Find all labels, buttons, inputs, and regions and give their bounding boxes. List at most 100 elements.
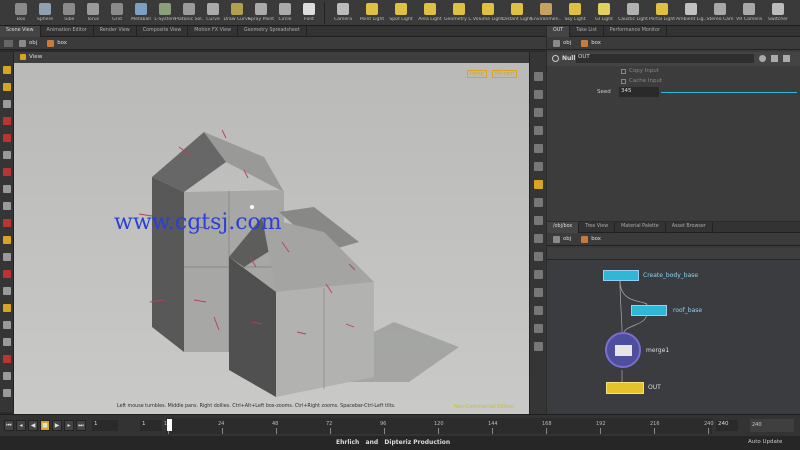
- display-option-icon[interactable]: [534, 324, 543, 333]
- node-name-field[interactable]: OUT: [576, 54, 754, 63]
- node-roof-base[interactable]: [631, 305, 667, 316]
- path-obj[interactable]: obj: [553, 235, 571, 243]
- viewport-tool-icon[interactable]: [3, 338, 11, 346]
- node-merge1[interactable]: [605, 332, 641, 368]
- display-option-icon[interactable]: [534, 162, 543, 171]
- scene-viewport[interactable]: View Persp No cam www.cgtsj.com Left mou…: [14, 52, 529, 414]
- display-option-icon[interactable]: [534, 270, 543, 279]
- viewport-tool-icon[interactable]: [3, 100, 11, 108]
- light-tool-12[interactable]: Ambient Lig...: [676, 2, 706, 24]
- network-canvas[interactable]: Create_body_base roof_base merge1 OUT: [547, 260, 800, 414]
- light-tool-0[interactable]: Camera: [328, 2, 358, 24]
- help-icon[interactable]: [771, 55, 778, 62]
- tab-material-palette[interactable]: Material Palette: [615, 222, 666, 233]
- light-tool-14[interactable]: VR Camera: [734, 2, 764, 24]
- viewport-tool-icon[interactable]: [3, 389, 11, 397]
- display-option-icon[interactable]: [534, 90, 543, 99]
- viewport-tool-icon[interactable]: [3, 287, 11, 295]
- light-tool-8[interactable]: Sky Light: [560, 2, 590, 24]
- back-arrow-icon[interactable]: [4, 39, 13, 47]
- light-tool-13[interactable]: Stereo Cam: [705, 2, 735, 24]
- viewport-tool-icon[interactable]: [3, 270, 11, 278]
- viewport-tool-icon[interactable]: [3, 168, 11, 176]
- step-back-button[interactable]: ◂: [16, 420, 26, 431]
- auto-update-menu[interactable]: Auto Update: [748, 439, 782, 445]
- light-tool-1[interactable]: Point Light: [357, 2, 387, 24]
- start-frame-field[interactable]: 1: [140, 420, 162, 431]
- viewport-tool-icon[interactable]: [3, 134, 11, 142]
- step-forward-button[interactable]: ▸: [64, 420, 74, 431]
- light-tool-3[interactable]: Area Light: [415, 2, 445, 24]
- path-obj[interactable]: obj: [19, 39, 37, 47]
- tab-tree-view[interactable]: Tree View: [579, 222, 616, 233]
- light-tool-2[interactable]: Spot Light: [386, 2, 416, 24]
- viewport-tool-icon[interactable]: [3, 355, 11, 363]
- tab-composite-view[interactable]: Composite View: [137, 26, 189, 37]
- light-tool-11[interactable]: Portal Light: [647, 2, 677, 24]
- viewport-tool-icon[interactable]: [3, 202, 11, 210]
- light-tool-10[interactable]: Caustic Light: [618, 2, 648, 24]
- seed-field[interactable]: 345: [619, 87, 659, 97]
- viewport-tool-icon[interactable]: [3, 219, 11, 227]
- tab-performance-monitor[interactable]: Performance Monitor: [604, 26, 667, 37]
- viewport-tool-icon[interactable]: [3, 83, 11, 91]
- copy-input-checkbox[interactable]: [621, 69, 626, 74]
- display-option-icon[interactable]: [534, 342, 543, 351]
- display-option-icon[interactable]: [534, 144, 543, 153]
- tab-motion-fx-view[interactable]: Motion FX View: [188, 26, 238, 37]
- viewport-tool-icon[interactable]: [3, 117, 11, 125]
- tab-asset-browser[interactable]: Asset Browser: [666, 222, 713, 233]
- viewport-tool-icon[interactable]: [3, 321, 11, 329]
- display-option-icon[interactable]: [534, 126, 543, 135]
- viewport-tool-icon[interactable]: [3, 253, 11, 261]
- path-node[interactable]: box: [581, 235, 601, 243]
- viewport-tool-icon[interactable]: [3, 236, 11, 244]
- light-tool-15[interactable]: Switcher: [763, 2, 793, 24]
- light-tool-6[interactable]: Distant Light: [502, 2, 532, 24]
- node-create-body-base[interactable]: [603, 270, 639, 281]
- tab-animation-editor[interactable]: Animation Editor: [41, 26, 94, 37]
- end-frame-field[interactable]: 240: [716, 420, 738, 431]
- display-option-icon[interactable]: [534, 198, 543, 207]
- tab-obj-box[interactable]: /obj/box: [547, 222, 580, 233]
- stop-button[interactable]: ■: [40, 420, 50, 431]
- path-obj[interactable]: obj: [553, 39, 571, 47]
- display-option-icon[interactable]: [534, 180, 543, 189]
- tab-out[interactable]: OUT: [547, 26, 571, 37]
- tab-geometry-spreadsheet[interactable]: Geometry Spreadsheet: [238, 26, 307, 37]
- shelf-tool-12[interactable]: Font: [294, 2, 324, 24]
- path-node[interactable]: box: [581, 39, 601, 47]
- display-option-icon[interactable]: [534, 288, 543, 297]
- path-node[interactable]: box: [47, 39, 67, 47]
- light-tool-7[interactable]: Environmen...: [531, 2, 561, 24]
- node-out[interactable]: [606, 382, 644, 394]
- light-tool-4[interactable]: Geometry L...: [444, 2, 474, 24]
- light-tool-5[interactable]: Volume Light: [473, 2, 503, 24]
- viewport-tool-icon[interactable]: [3, 304, 11, 312]
- end-frame-field-2[interactable]: 240: [750, 419, 794, 432]
- display-option-icon[interactable]: [534, 216, 543, 225]
- viewport-tool-icon[interactable]: [3, 151, 11, 159]
- display-option-icon[interactable]: [534, 108, 543, 117]
- viewport-tool-icon[interactable]: [3, 66, 11, 74]
- tab-render-view[interactable]: Render View: [94, 26, 137, 37]
- viewport-tool-icon[interactable]: [3, 372, 11, 380]
- seed-slider[interactable]: [661, 92, 797, 93]
- display-option-icon[interactable]: [534, 72, 543, 81]
- light-tool-9[interactable]: GI Light: [589, 2, 619, 24]
- display-option-icon[interactable]: [534, 234, 543, 243]
- play-button[interactable]: ▶: [52, 420, 62, 431]
- gear-icon[interactable]: [759, 55, 766, 62]
- goto-start-button[interactable]: ⏮: [4, 420, 14, 431]
- current-frame-field[interactable]: 1: [92, 420, 118, 431]
- playhead[interactable]: [167, 419, 172, 431]
- display-option-icon[interactable]: [534, 306, 543, 315]
- info-icon[interactable]: [783, 55, 790, 62]
- timeline-track[interactable]: 1 24 48 72 96 120 144 168 192 216 240: [164, 418, 714, 434]
- tab-take-list[interactable]: Take List: [570, 26, 604, 37]
- display-option-icon[interactable]: [534, 252, 543, 261]
- viewport-tool-icon[interactable]: [3, 185, 11, 193]
- cache-input-checkbox[interactable]: [621, 79, 626, 84]
- play-reverse-button[interactable]: ◀: [28, 420, 38, 431]
- goto-end-button[interactable]: ⏭: [76, 420, 86, 431]
